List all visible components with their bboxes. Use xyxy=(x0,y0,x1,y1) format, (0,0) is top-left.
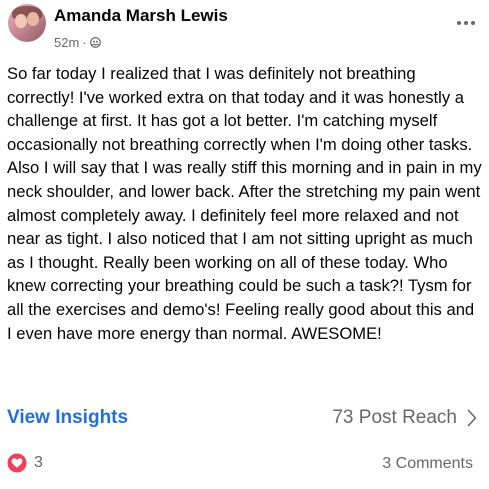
post-header: Amanda Marsh Lewis 52m · xyxy=(8,4,481,54)
insights-row: View Insights 73 Post Reach xyxy=(7,405,477,435)
love-icon xyxy=(7,453,27,473)
post-meta: 52m · xyxy=(54,35,101,50)
meta-separator: · xyxy=(82,35,87,50)
friends-icon[interactable] xyxy=(89,37,101,48)
post-reach-label: 73 Post Reach xyxy=(332,407,457,428)
post-reach-button[interactable]: 73 Post Reach xyxy=(332,407,477,429)
post-card: Amanda Marsh Lewis 52m · So far today I … xyxy=(0,0,489,489)
avatar[interactable] xyxy=(8,4,46,42)
more-dots-icon xyxy=(457,21,461,25)
author-name[interactable]: Amanda Marsh Lewis xyxy=(54,6,228,26)
chevron-right-icon xyxy=(467,409,477,427)
post-body: So far today I realized that I was defin… xyxy=(7,64,482,343)
reaction-count: 3 xyxy=(34,454,43,471)
more-options-button[interactable] xyxy=(451,12,481,34)
timestamp[interactable]: 52m xyxy=(54,35,79,50)
comments-count-link[interactable]: 3 Comments xyxy=(382,455,473,473)
post-footer: 3 3 Comments xyxy=(7,453,473,479)
reactions-summary[interactable]: 3 xyxy=(7,453,43,473)
view-insights-link[interactable]: View Insights xyxy=(7,407,128,429)
